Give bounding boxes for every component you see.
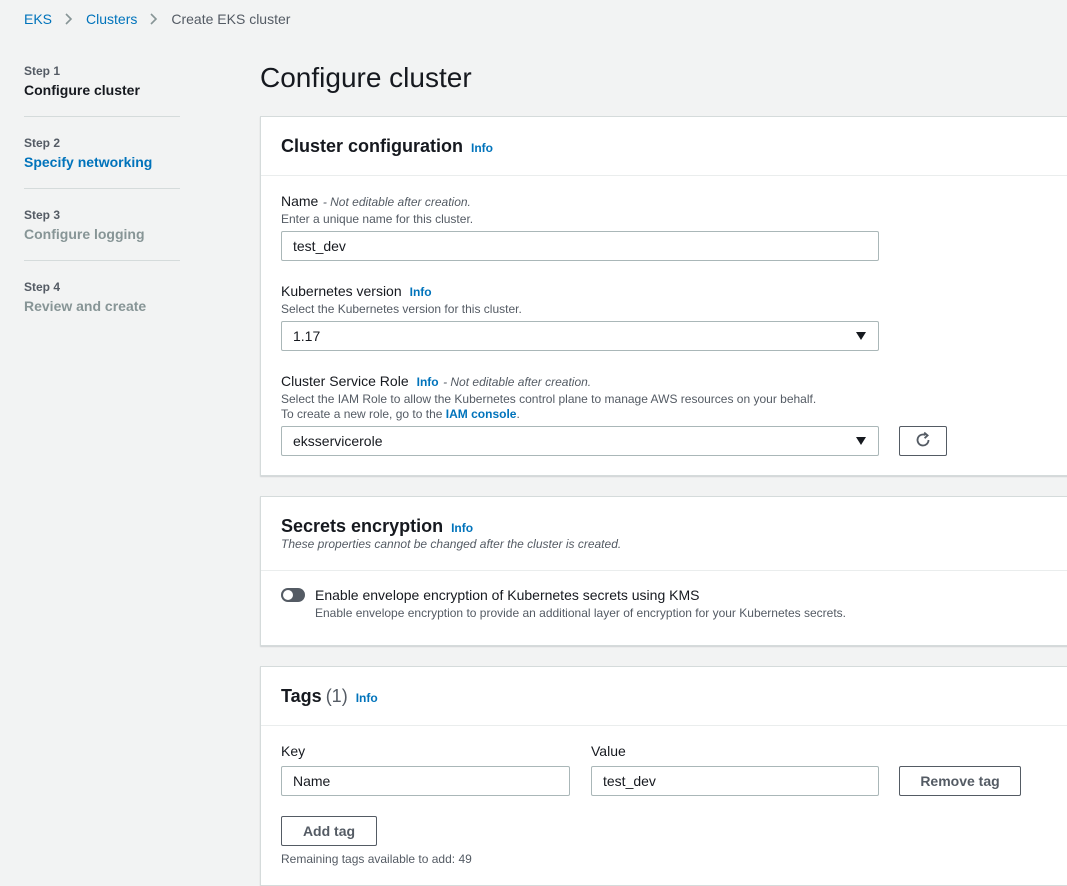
panel-header: Cluster configuration Info [261, 117, 1067, 176]
name-note: - Not editable after creation. [322, 195, 471, 209]
cluster-service-role-select[interactable]: eksservicerole [281, 426, 879, 456]
panel-title: Tags (1) Info [281, 686, 378, 707]
version-label: Kubernetes version [281, 283, 402, 299]
chevron-right-icon [52, 13, 86, 25]
role-description: Select the IAM Role to allow the Kuberne… [281, 392, 817, 406]
remove-tag-button[interactable]: Remove tag [899, 766, 1021, 796]
step-number: Step 2 [24, 136, 61, 150]
cluster-configuration-panel: Cluster configuration Info Name - Not edi… [260, 116, 1067, 476]
chevron-right-icon [137, 13, 171, 25]
step-number: Step 4 [24, 280, 61, 294]
panel-title-text: Tags [281, 686, 322, 706]
iam-console-link[interactable]: IAM console [446, 407, 517, 421]
name-label: Name [281, 193, 319, 209]
secrets-subtitle: These properties cannot be changed after… [281, 537, 622, 551]
page-title: Configure cluster [260, 62, 472, 93]
version-selected-value: 1.17 [293, 328, 321, 344]
panel-title: Cluster configuration Info [281, 136, 493, 157]
step-title: Configure logging [24, 226, 145, 242]
breadcrumb: EKS Clusters Create EKS cluster [24, 11, 290, 27]
step-divider [24, 260, 180, 261]
tag-key-input[interactable]: Name [281, 766, 570, 796]
step-divider [24, 116, 180, 117]
role-label-row: Cluster Service Role Info - Not editable … [281, 373, 591, 391]
name-description: Enter a unique name for this cluster. [281, 212, 474, 226]
role-label: Cluster Service Role [281, 373, 409, 389]
breadcrumb-clusters-link[interactable]: Clusters [86, 11, 137, 27]
panel-title-text: Cluster configuration [281, 136, 464, 156]
step-number: Step 1 [24, 64, 61, 78]
breadcrumb-current: Create EKS cluster [171, 11, 291, 27]
role-selected-value: eksservicerole [293, 433, 383, 449]
toggle-label: Enable envelope encryption of Kubernetes… [315, 587, 700, 603]
step-divider [24, 188, 180, 189]
key-label: Key [281, 743, 306, 759]
step-title: Configure cluster [24, 82, 140, 98]
role-desc-prefix: To create a new role, go to the [281, 407, 443, 421]
info-link[interactable]: Info [451, 521, 473, 535]
info-link[interactable]: Info [417, 375, 439, 389]
name-label-row: Name - Not editable after creation. [281, 193, 471, 211]
step-4: Step 4 Review and create [24, 280, 180, 314]
refresh-roles-button[interactable] [899, 426, 947, 456]
breadcrumb-eks-link[interactable]: EKS [24, 11, 52, 27]
panel-title-text: Secrets encryption [281, 516, 444, 536]
cluster-name-input[interactable]: test_dev [281, 231, 879, 261]
role-desc-suffix: . [516, 407, 520, 421]
caret-down-icon [856, 332, 866, 340]
version-description: Select the Kubernetes version for this c… [281, 302, 522, 316]
info-link[interactable]: Info [410, 285, 432, 299]
step-3: Step 3 Configure logging [24, 208, 180, 242]
caret-down-icon [856, 437, 866, 445]
panel-header: Secrets encryption Info These properties … [261, 497, 1067, 571]
refresh-icon [914, 431, 932, 452]
step-2[interactable]: Step 2 Specify networking [24, 136, 180, 170]
info-link[interactable]: Info [356, 691, 378, 705]
role-description-iam: To create a new role, go to the IAM cons… [281, 407, 520, 422]
step-number: Step 3 [24, 208, 61, 222]
tag-value-input[interactable]: test_dev [591, 766, 879, 796]
tag-count: (1) [325, 686, 348, 706]
step-1: Step 1 Configure cluster [24, 64, 180, 98]
add-tag-button[interactable]: Add tag [281, 816, 377, 846]
envelope-encryption-toggle[interactable] [281, 588, 305, 602]
role-note: - Not editable after creation. [443, 375, 592, 389]
panel-header: Tags (1) Info [261, 667, 1067, 726]
remaining-tags-text: Remaining tags available to add: 49 [281, 852, 472, 866]
kubernetes-version-select[interactable]: 1.17 [281, 321, 879, 351]
value-label: Value [591, 743, 626, 759]
secrets-encryption-panel: Secrets encryption Info These properties … [260, 496, 1067, 646]
panel-title: Secrets encryption Info [281, 516, 473, 537]
step-title-link[interactable]: Specify networking [24, 154, 180, 170]
step-title: Review and create [24, 298, 147, 314]
toggle-description: Enable envelope encryption to provide an… [315, 606, 846, 620]
version-label-row: Kubernetes version Info [281, 283, 432, 301]
tags-panel: Tags (1) Info Key Value Name test_dev Remo… [260, 666, 1067, 886]
info-link[interactable]: Info [471, 141, 493, 155]
